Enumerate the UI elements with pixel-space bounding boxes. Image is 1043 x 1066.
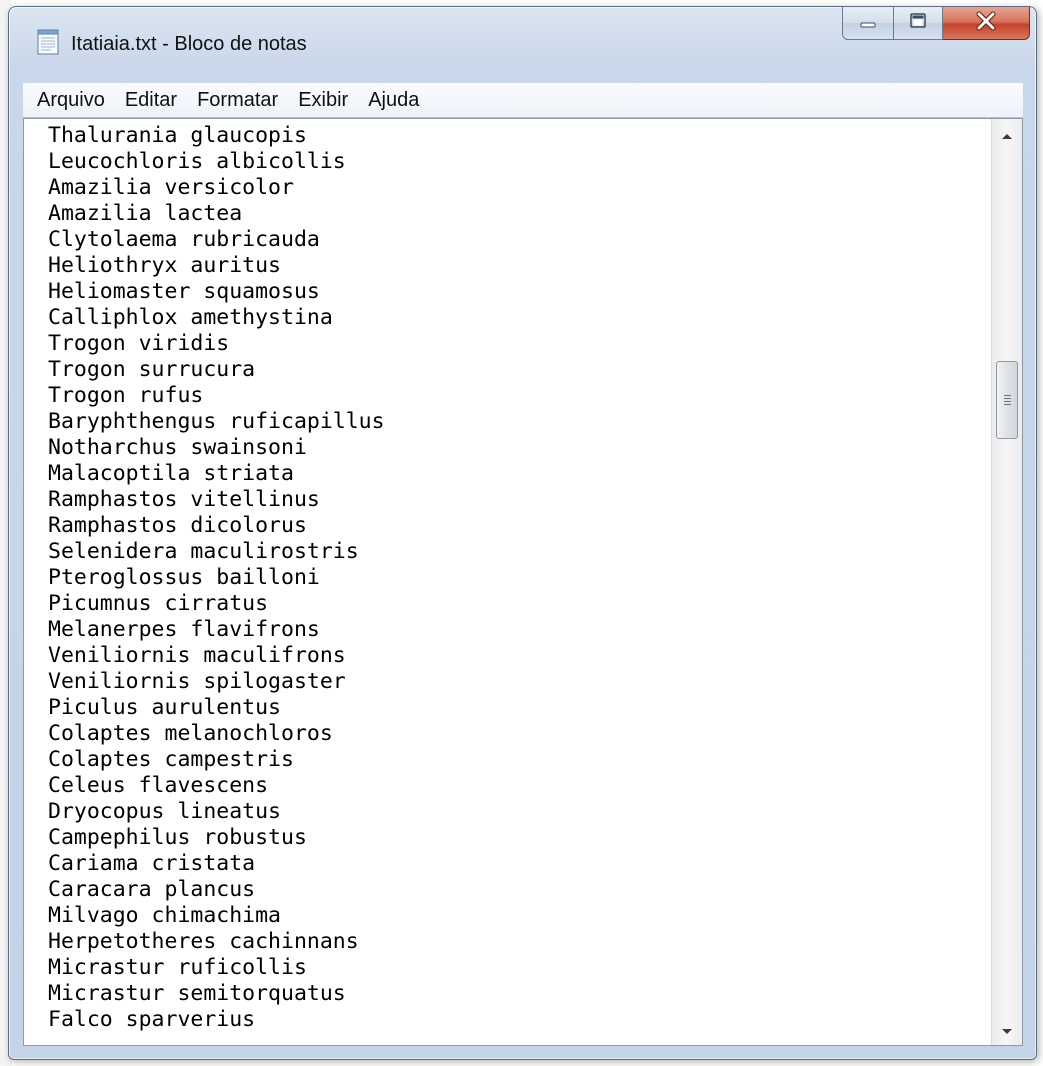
maximize-icon xyxy=(908,12,928,34)
menu-exibir[interactable]: Exibir xyxy=(288,83,358,117)
grip-line xyxy=(1004,404,1011,405)
text-line: Trogon surrucura xyxy=(48,357,256,382)
notepad-icon xyxy=(37,29,59,55)
menu-ajuda[interactable]: Ajuda xyxy=(358,83,429,117)
text-line: Baryphthengus ruficapillus xyxy=(48,409,385,434)
text-line: Leucochloris albicollis xyxy=(48,149,346,174)
text-line: Veniliornis spilogaster xyxy=(48,669,346,694)
caption-buttons xyxy=(842,7,1030,41)
title-bar[interactable]: Itatiaia.txt - Bloco de notas xyxy=(9,7,1036,79)
text-line: Milvago chimachima xyxy=(48,903,281,928)
minimize-button[interactable] xyxy=(842,7,894,40)
menu-formatar[interactable]: Formatar xyxy=(187,83,288,117)
scroll-down-button[interactable] xyxy=(992,1015,1022,1045)
text-line: Micrastur ruficollis xyxy=(48,955,307,980)
text-line: Amazilia versicolor xyxy=(48,175,294,200)
text-line: Heliothryx auritus xyxy=(48,253,281,278)
text-line: Calliphlox amethystina xyxy=(48,305,333,330)
text-line: Heliomaster squamosus xyxy=(48,279,320,304)
scroll-thumb[interactable] xyxy=(996,361,1018,439)
text-line: Micrastur semitorquatus xyxy=(48,981,346,1006)
text-line: Celeus flavescens xyxy=(48,773,269,798)
text-line: Malacoptila striata xyxy=(48,461,294,486)
text-line: Notharchus swainsoni xyxy=(48,435,307,460)
menu-editar[interactable]: Editar xyxy=(115,83,187,117)
text-line: Ramphastos dicolorus xyxy=(48,513,307,538)
text-line: Thalurania glaucopis xyxy=(48,123,307,148)
text-line: Dryocopus lineatus xyxy=(48,799,281,824)
text-line: Campephilus robustus xyxy=(48,825,307,850)
text-line: Falco sparverius xyxy=(48,1007,256,1032)
grip-line xyxy=(1004,401,1011,402)
scroll-up-arrow-icon xyxy=(1001,125,1013,144)
close-button[interactable] xyxy=(943,7,1030,40)
close-icon xyxy=(974,11,998,35)
text-line: Clytolaema rubricauda xyxy=(48,227,320,252)
text-line: Piculus aurulentus xyxy=(48,695,281,720)
scroll-down-arrow-icon xyxy=(1001,1021,1013,1040)
text-line: Colaptes melanochloros xyxy=(48,721,333,746)
text-line: Ramphastos vitellinus xyxy=(48,487,320,512)
text-content[interactable]: Thalurania glaucopis Leucochloris albico… xyxy=(24,119,992,1045)
text-line: Cariama cristata xyxy=(48,851,256,876)
maximize-button[interactable] xyxy=(894,7,943,40)
grip-line xyxy=(1004,398,1011,399)
minimize-icon xyxy=(858,14,878,33)
text-line: Trogon viridis xyxy=(48,331,230,356)
text-line: Trogon rufus xyxy=(48,383,204,408)
scroll-up-button[interactable] xyxy=(992,119,1022,149)
grip-line xyxy=(1004,395,1011,396)
notepad-window: Itatiaia.txt - Bloco de notas Arquivo Ed… xyxy=(8,6,1037,1060)
text-line: Colaptes campestris xyxy=(48,747,294,772)
menu-arquivo[interactable]: Arquivo xyxy=(23,83,115,117)
text-line: Picumnus cirratus xyxy=(48,591,269,616)
text-line: Caracara plancus xyxy=(48,877,256,902)
text-line: Amazilia lactea xyxy=(48,201,243,226)
text-line: Herpetotheres cachinnans xyxy=(48,929,359,954)
vertical-scrollbar[interactable] xyxy=(991,119,1022,1045)
menu-bar: Arquivo Editar Formatar Exibir Ajuda xyxy=(23,83,1023,118)
text-line: Selenidera maculirostris xyxy=(48,539,359,564)
text-line: Pteroglossus bailloni xyxy=(48,565,320,590)
window-title: Itatiaia.txt - Bloco de notas xyxy=(71,33,307,55)
text-line: Melanerpes flavifrons xyxy=(48,617,320,642)
text-editor[interactable]: Thalurania glaucopis Leucochloris albico… xyxy=(23,118,1023,1046)
text-line: Veniliornis maculifrons xyxy=(48,643,346,668)
